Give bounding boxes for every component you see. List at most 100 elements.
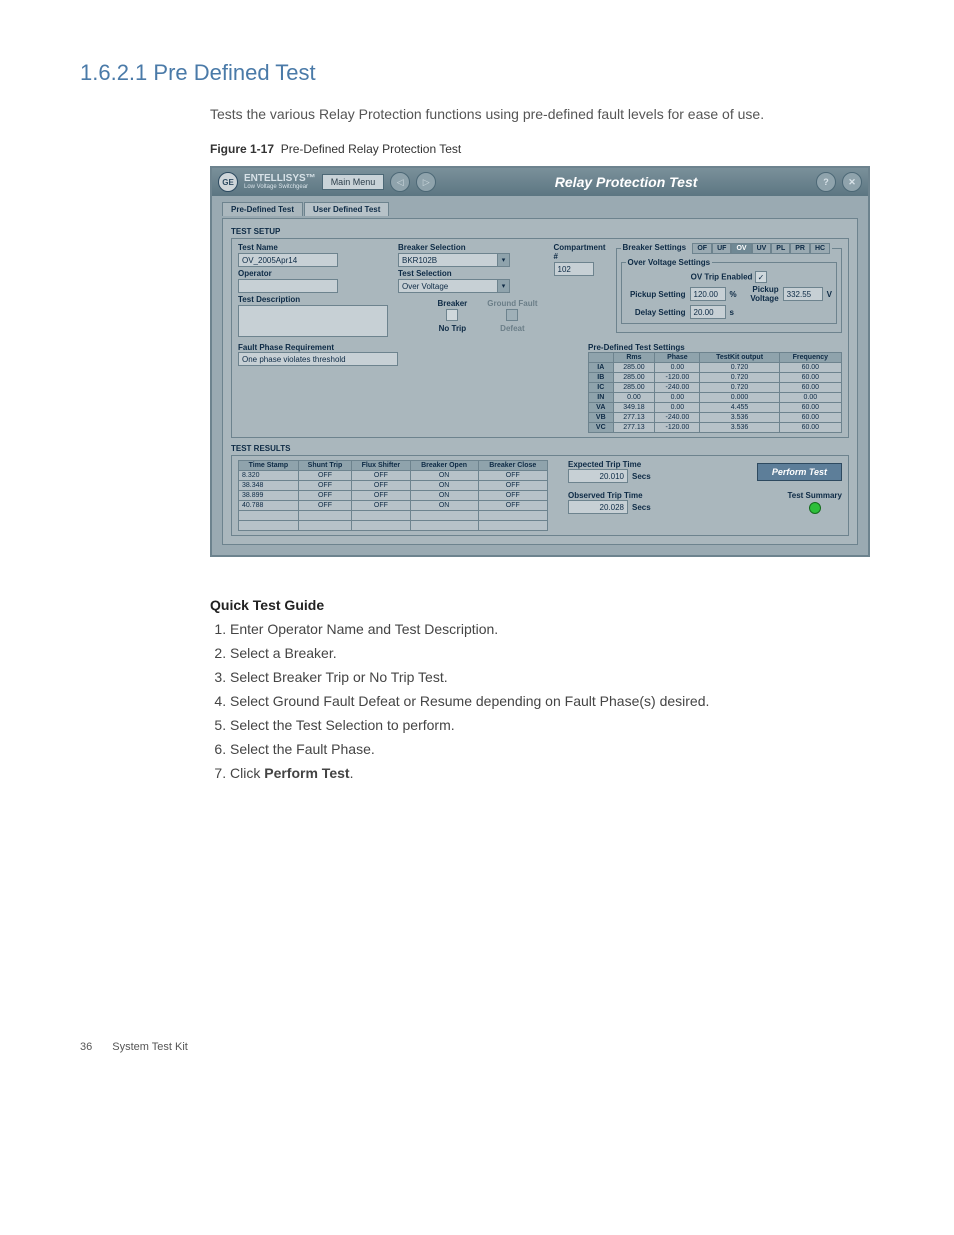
tabs: Pre-Defined Test User Defined Test — [222, 202, 858, 216]
test-results-heading: TEST RESULTS — [231, 444, 849, 453]
nav-forward-button[interactable]: ▷ — [416, 172, 436, 192]
quick-test-guide: Quick Test Guide Enter Operator Name and… — [210, 597, 874, 781]
col-phase: Phase — [655, 353, 700, 363]
breaker-settings-label: Breaker Settings — [623, 243, 687, 252]
section-heading: 1.6.2.1 Pre Defined Test — [80, 60, 874, 86]
unit-s: s — [730, 308, 734, 317]
delay-setting-input[interactable]: 20.00 — [690, 305, 726, 319]
label-no-trip: No Trip — [439, 324, 467, 333]
section-number: 1.6.2.1 — [80, 60, 147, 85]
tab-ov[interactable]: OV — [731, 243, 751, 254]
fault-phase-req-input[interactable]: One phase violates threshold — [238, 352, 398, 366]
label-ground-fault: Ground Fault — [487, 299, 537, 308]
tab-pl[interactable]: PL — [771, 243, 790, 254]
test-results-table: Time Stamp Shunt Trip Flux Shifter Break… — [238, 460, 548, 531]
tab-pr[interactable]: PR — [790, 243, 810, 254]
label-test-name: Test Name — [238, 243, 388, 252]
label-expected-trip: Expected Trip Time — [568, 460, 651, 469]
titlebar: GE ENTELLISYS™ Low Voltage Switchgear Ma… — [212, 168, 868, 196]
list-item: Select the Test Selection to perform. — [230, 717, 874, 733]
ground-fault-checkbox[interactable] — [506, 309, 518, 321]
breaker-selection-value: BKR102B — [398, 253, 498, 267]
expected-trip-value: 20.010 — [568, 469, 628, 483]
col-bopen: Breaker Open — [410, 461, 478, 471]
col-rms: Rms — [613, 353, 655, 363]
table-row: VC277.13-120.003.53660.00 — [589, 423, 842, 433]
unit-v: V — [827, 290, 832, 299]
label-breaker-selection: Breaker Selection — [398, 243, 544, 252]
breaker-selection-select[interactable]: BKR102B ▾ — [398, 253, 544, 267]
main-menu-button[interactable]: Main Menu — [322, 174, 385, 190]
list-item: Select Breaker Trip or No Trip Test. — [230, 669, 874, 685]
section-title: Pre Defined Test — [153, 60, 315, 85]
chevron-down-icon: ▾ — [498, 279, 510, 293]
doc-title: System Test Kit — [112, 1041, 188, 1053]
app-window: GE ENTELLISYS™ Low Voltage Switchgear Ma… — [210, 166, 870, 557]
table-row: VA349.180.004.45560.00 — [589, 403, 842, 413]
ov-trip-checkbox[interactable]: ✓ — [755, 271, 767, 283]
tab-userdefined[interactable]: User Defined Test — [304, 202, 389, 216]
label-operator: Operator — [238, 269, 388, 278]
operator-input[interactable] — [238, 279, 338, 293]
col-timestamp: Time Stamp — [239, 461, 299, 471]
window-title: Relay Protection Test — [442, 174, 810, 190]
figure-title: Pre-Defined Relay Protection Test — [281, 142, 462, 156]
pickup-voltage-input[interactable]: 332.55 — [783, 287, 823, 301]
unit-pct: % — [730, 290, 737, 299]
label-fault-phase-req: Fault Phase Requirement — [238, 343, 578, 352]
ov-settings-group: Over Voltage Settings OV Trip Enabled ✓ … — [621, 258, 837, 324]
unit-secs-2: Secs — [632, 503, 651, 512]
compartment-input[interactable]: 102 — [554, 262, 594, 276]
col-testkit: TestKit output — [700, 353, 779, 363]
table-row — [239, 511, 548, 521]
test-selection-select[interactable]: Over Voltage ▾ — [398, 279, 544, 293]
test-setup-heading: TEST SETUP — [231, 227, 849, 236]
figure-caption: Figure 1-17 Pre-Defined Relay Protection… — [210, 142, 874, 156]
table-row: IB285.00-120.000.72060.00 — [589, 373, 842, 383]
brand-name: ENTELLISYS™ — [244, 173, 316, 184]
pickup-setting-input[interactable]: 120.00 — [690, 287, 726, 301]
breaker-checkbox[interactable] — [446, 309, 458, 321]
label-pickup-setting: Pickup Setting — [626, 290, 686, 299]
perform-test-button[interactable]: Perform Test — [757, 463, 842, 481]
label-test-selection: Test Selection — [398, 269, 544, 278]
tab-predefined[interactable]: Pre-Defined Test — [222, 202, 303, 216]
label-breaker: Breaker — [437, 299, 467, 308]
page-footer: 36 System Test Kit — [80, 1041, 874, 1053]
ov-settings-legend: Over Voltage Settings — [626, 258, 713, 267]
table-row: 38.899OFFOFFONOFF — [239, 491, 548, 501]
tab-hc[interactable]: HC — [810, 243, 830, 254]
table-row: 8.320OFFOFFONOFF — [239, 471, 548, 481]
tab-uv[interactable]: UV — [752, 243, 772, 254]
brand: ENTELLISYS™ Low Voltage Switchgear — [244, 174, 316, 190]
help-button[interactable]: ? — [816, 172, 836, 192]
page-number: 36 — [80, 1041, 92, 1053]
nav-back-button[interactable]: ◁ — [390, 172, 410, 192]
tab-of[interactable]: OF — [692, 243, 712, 254]
predef-settings-heading: Pre-Defined Test Settings — [588, 343, 842, 352]
breaker-settings-group: Breaker Settings OF UF OV UV PL PR HC — [616, 243, 842, 333]
breaker-settings-legend: Breaker Settings OF UF OV UV PL PR HC — [621, 243, 833, 254]
table-row — [239, 521, 548, 531]
close-button[interactable]: ✕ — [842, 172, 862, 192]
col-blank — [589, 353, 614, 363]
label-ov-trip-enabled: OV Trip Enabled — [691, 273, 753, 282]
tab-uf[interactable]: UF — [712, 243, 731, 254]
col-freq: Frequency — [779, 353, 841, 363]
table-row: 38.348OFFOFFONOFF — [239, 481, 548, 491]
table-row: IC285.00-240.000.72060.00 — [589, 383, 842, 393]
label-delay-setting: Delay Setting — [626, 308, 686, 317]
status-dot-icon — [809, 502, 821, 514]
list-item: Select the Fault Phase. — [230, 741, 874, 757]
table-row: IN0.000.000.0000.00 — [589, 393, 842, 403]
col-bclose: Breaker Close — [478, 461, 547, 471]
predef-settings-table: Rms Phase TestKit output Frequency IA285… — [588, 352, 842, 433]
intro-text: Tests the various Relay Protection funct… — [210, 106, 874, 122]
test-selection-value: Over Voltage — [398, 279, 498, 293]
test-description-input[interactable] — [238, 305, 388, 337]
table-row: 40.788OFFOFFONOFF — [239, 501, 548, 511]
step7-prefix: Click — [230, 765, 264, 781]
unit-secs-1: Secs — [632, 472, 651, 481]
test-name-input[interactable]: OV_2005Apr14 — [238, 253, 338, 267]
label-test-description: Test Description — [238, 295, 388, 304]
